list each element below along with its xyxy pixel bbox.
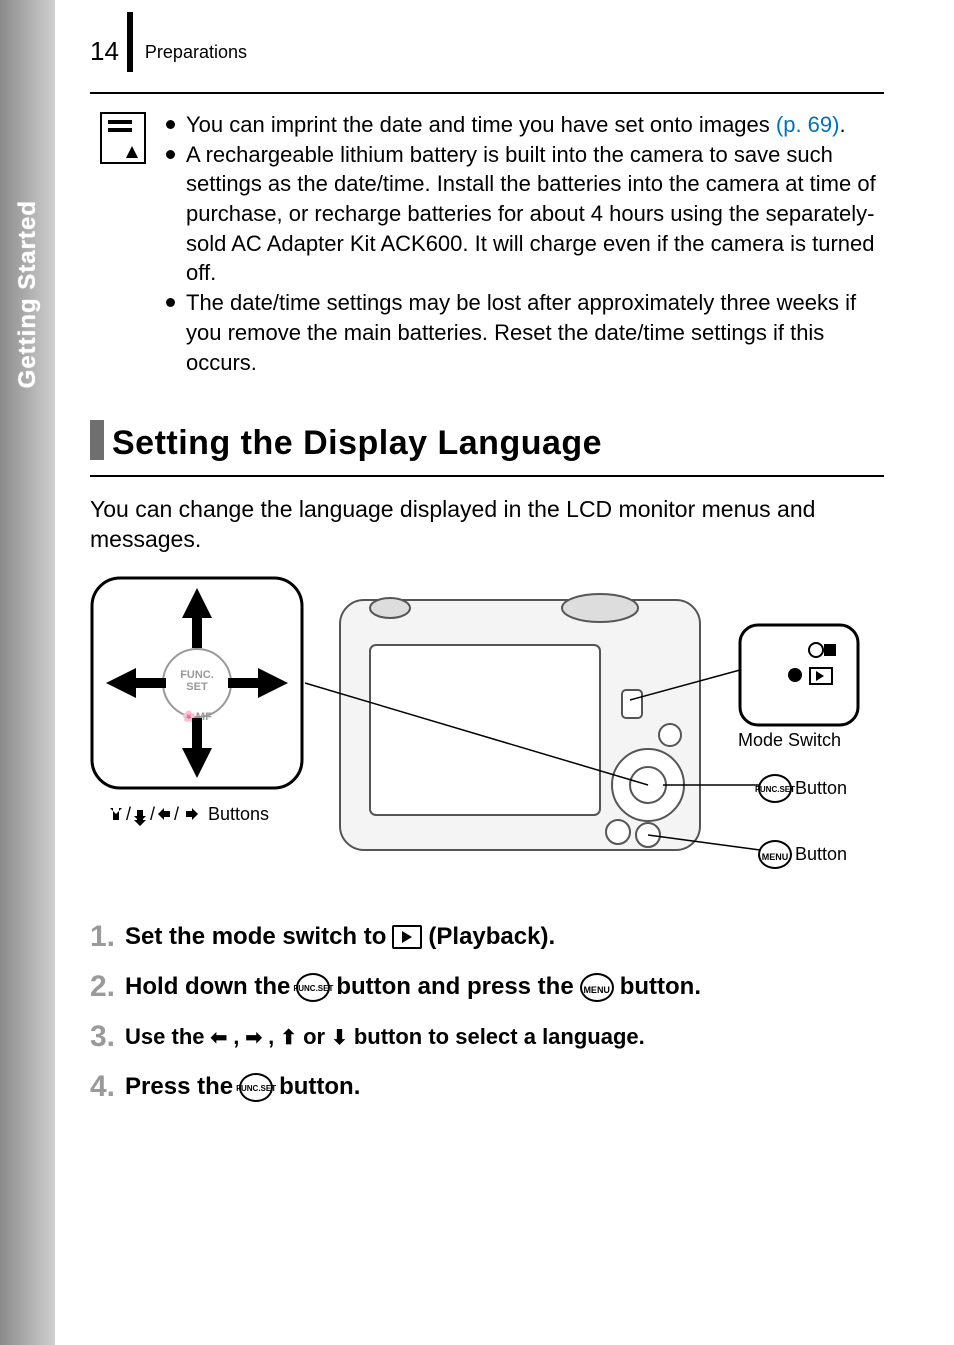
note-callout: You can imprint the date and time you ha…: [100, 110, 884, 377]
menu-button-label: MENU Button: [758, 840, 847, 869]
step-1: 1. Set the mode switch to (Playback).: [90, 920, 884, 954]
note-text: .: [839, 112, 845, 137]
up-arrow-icon: ⬆: [280, 1025, 297, 1050]
note-item-3: The date/time settings may be lost after…: [166, 288, 884, 377]
mode-switch-label: Mode Switch: [738, 730, 841, 751]
step-text: button.: [620, 973, 701, 1001]
step-2: 2. Hold down the FUNC.SET button and pre…: [90, 970, 884, 1004]
header-divider: [127, 12, 133, 72]
steps-list: 1. Set the mode switch to (Playback). 2.…: [90, 920, 884, 1120]
page-header: 14 Preparations: [90, 30, 247, 72]
step-4: 4. Press the FUNC.SET button.: [90, 1070, 884, 1104]
dpad-buttons-label: Buttons: [208, 804, 269, 825]
func-button-label: FUNC.SET Button: [758, 774, 847, 803]
note-text: You can imprint the date and time you ha…: [186, 112, 776, 137]
chapter-side-tab: Getting Started: [0, 0, 55, 1345]
section-breadcrumb: Preparations: [145, 40, 247, 63]
func-set-icon: FUNC.SET: [758, 774, 792, 803]
note-list: You can imprint the date and time you ha…: [166, 110, 884, 377]
svg-text:FUNC.: FUNC.: [180, 669, 214, 681]
step-text: or: [303, 1024, 325, 1050]
page-number: 14: [90, 36, 119, 67]
func-set-icon: FUNC.SET: [296, 973, 330, 1002]
note-item-1: You can imprint the date and time you ha…: [166, 110, 884, 140]
step-text: Hold down the: [125, 973, 290, 1001]
section-intro: You can change the language displayed in…: [90, 495, 884, 555]
note-item-2: A rechargeable lithium battery is built …: [166, 140, 884, 288]
step-text: ,: [268, 1024, 274, 1050]
page-reference-link[interactable]: (p. 69): [776, 112, 840, 137]
step-text: button.: [279, 1073, 360, 1101]
header-rule: [90, 92, 884, 94]
down-arrow-icon: ⬇: [331, 1025, 348, 1050]
step-3: 3. Use the ⬅ , ➡ , ⬆ or ⬇ button to sele…: [90, 1020, 884, 1054]
step-text: Set the mode switch to: [125, 923, 386, 951]
section-heading: Setting the Display Language: [90, 420, 884, 477]
section-title: Setting the Display Language: [112, 424, 602, 462]
step-number: 1.: [90, 920, 115, 954]
svg-text:/: /: [174, 804, 179, 824]
heading-rule: [90, 475, 884, 477]
svg-text:/: /: [126, 804, 131, 824]
step-text: button and press the: [336, 973, 573, 1001]
step-text: (Playback).: [428, 923, 555, 951]
heading-bar: [90, 420, 104, 460]
note-icon: [100, 112, 146, 164]
step-number: 2.: [90, 970, 115, 1004]
svg-text:SET: SET: [186, 681, 208, 693]
menu-icon: MENU: [758, 840, 792, 869]
step-text: Use the: [125, 1024, 204, 1050]
chapter-label: Getting Started: [14, 200, 42, 388]
playback-icon: [392, 925, 422, 949]
right-arrow-icon: ➡: [245, 1025, 262, 1050]
step-text: ,: [233, 1024, 239, 1050]
svg-text:/: /: [150, 804, 155, 824]
func-set-icon: FUNC.SET: [239, 1073, 273, 1102]
note-text: A rechargeable lithium battery is built …: [186, 142, 876, 286]
step-text: button to select a language.: [354, 1024, 645, 1050]
step-number: 4.: [90, 1070, 115, 1104]
step-text: Press the: [125, 1073, 233, 1101]
left-arrow-icon: ⬅: [211, 1025, 228, 1050]
menu-icon: MENU: [580, 973, 614, 1002]
step-number: 3.: [90, 1020, 115, 1054]
manual-page: Getting Started 14 Preparations You can …: [0, 0, 954, 1345]
camera-diagram: FUNC. SET 🌸MF / / /: [90, 570, 870, 890]
note-text: The date/time settings may be lost after…: [186, 290, 856, 374]
